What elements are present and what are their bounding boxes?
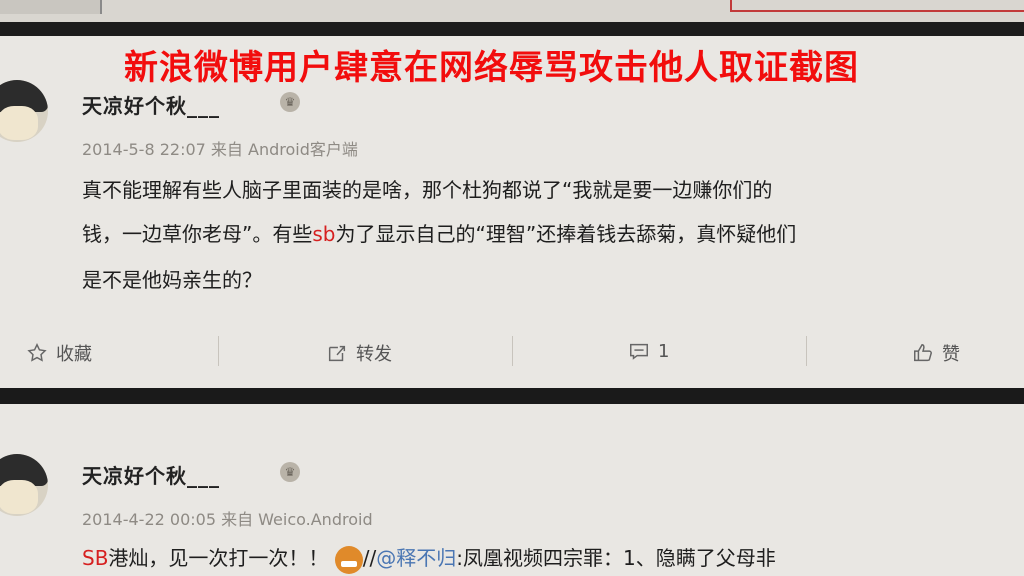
- repost-label: 转发: [356, 344, 392, 365]
- post-text-segment: :凤凰视频四宗罪：1、隐瞒了父母: [456, 546, 756, 570]
- post-meta: 2014-4-22 00:05 来自 Weico.Android: [82, 510, 373, 529]
- post-text-line: SB港灿，见一次打一次！！ //@释不归:凤凰视频四宗罪：1、隐瞒了父母非: [82, 538, 776, 576]
- avatar[interactable]: [0, 80, 48, 142]
- like-label: 赞: [942, 344, 960, 365]
- vip-crown-icon[interactable]: ♛: [280, 92, 300, 112]
- favorite-label: 收藏: [56, 344, 92, 365]
- post-username[interactable]: 天凉好个秋___: [82, 90, 220, 119]
- evidence-overlay-title: 新浪微博用户肆意在网络辱骂攻击他人取证截图: [124, 48, 859, 88]
- post-text-segment: 港灿，见一次打一次！！: [108, 546, 329, 570]
- post-separator: [0, 388, 1024, 404]
- post-text-segment: 为了显示自己的“理智”还捧着钱去舔菊，真怀疑他们: [335, 222, 797, 246]
- background-panel: [0, 0, 102, 14]
- avatar[interactable]: [0, 454, 48, 516]
- post-text-segment: 钱，一边草你老母”。有些: [82, 222, 313, 246]
- post-text-line: 钱，一边草你老母”。有些sb为了显示自己的“理智”还捧着钱去舔菊，真怀疑他们: [82, 214, 796, 254]
- action-divider: [806, 336, 807, 366]
- post-meta: 2014-5-8 22:07 来自 Android客户端: [82, 140, 358, 159]
- post-username[interactable]: 天凉好个秋___: [82, 460, 220, 489]
- thumbs-up-icon: [914, 344, 932, 362]
- star-icon: [27, 343, 47, 362]
- highlighted-word: sb: [312, 222, 336, 246]
- repost-button[interactable]: 转发: [326, 340, 392, 366]
- post-text-line: 是不是他妈亲生的？: [82, 268, 262, 292]
- background-panel-red: [730, 0, 1024, 12]
- post-action-bar: 收藏 转发 1 赞: [0, 332, 1024, 372]
- background-window-strip: [0, 0, 1024, 22]
- comment-icon: [630, 343, 648, 360]
- repost-separator: //: [362, 546, 377, 570]
- repost-icon: [328, 345, 346, 362]
- action-divider: [512, 336, 513, 366]
- user-mention-link[interactable]: @释不归: [376, 546, 456, 570]
- action-divider: [218, 336, 219, 366]
- avatar-face: [0, 106, 38, 140]
- angry-emoticon-icon: [334, 545, 363, 574]
- truncated-text: 非: [755, 546, 776, 570]
- comment-button[interactable]: 1: [628, 340, 669, 362]
- avatar-face: [0, 480, 38, 514]
- screen-bezel: [0, 22, 1024, 36]
- favorite-button[interactable]: 收藏: [26, 340, 92, 366]
- post-text-line: 真不能理解有些人脑子里面装的是啥，那个杜狗都说了“我就是要一边赚你们的: [82, 178, 773, 202]
- like-button[interactable]: 赞: [912, 340, 960, 366]
- vip-crown-icon[interactable]: ♛: [280, 462, 300, 482]
- highlighted-word: SB: [82, 546, 109, 570]
- comment-count: 1: [658, 340, 670, 362]
- weibo-post-card: 天凉好个秋___ ♛ 2014-4-22 00:05 来自 Weico.Andr…: [0, 404, 1024, 576]
